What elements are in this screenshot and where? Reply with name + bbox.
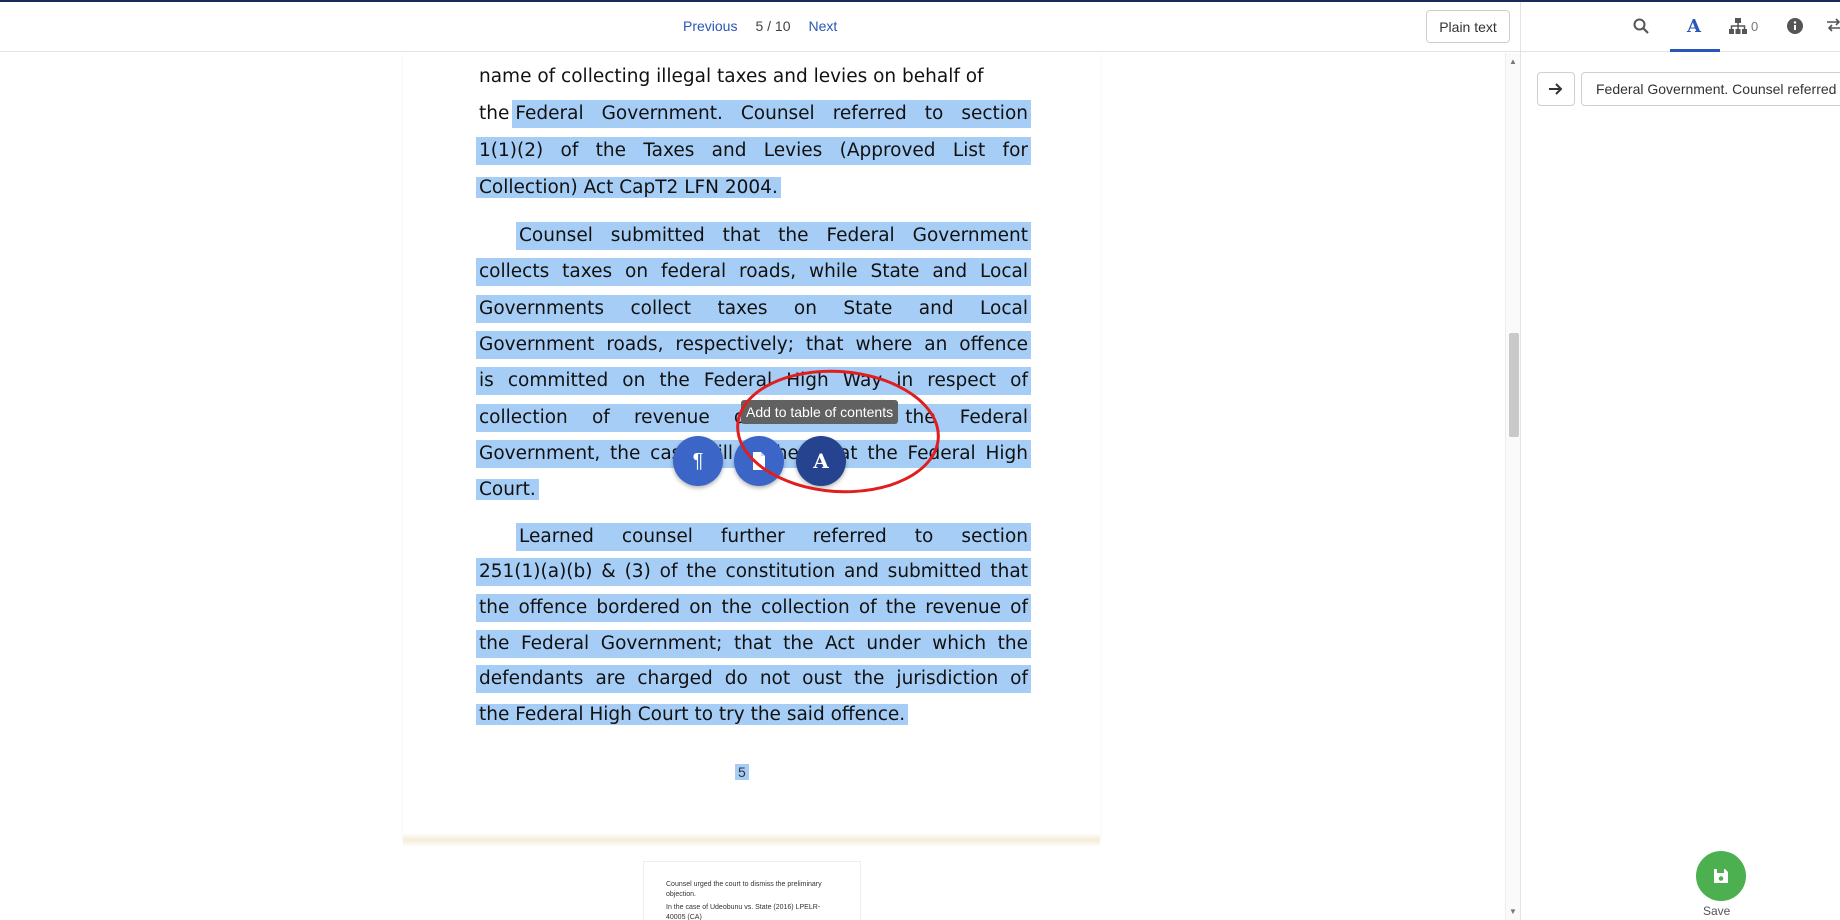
tab-swap[interactable] [1827,18,1840,37]
search-icon [1633,18,1649,34]
text-line: Government roads, respectively; that whe… [476,331,1031,359]
text-line: Learned counsel further referred to sect… [516,523,1031,551]
selected-text: Governments collect taxes on State and L… [476,295,1031,323]
floppy-disk-icon [1714,869,1728,883]
structure-count: 0 [1751,18,1759,34]
text-line: the Federal Government. Counsel referred … [476,100,1031,128]
save-button[interactable] [1696,851,1746,901]
active-tab-indicator [1670,49,1720,52]
next-page-link[interactable]: Next [809,18,838,34]
hierarchy-icon [1729,18,1747,34]
text-line: the offence bordered on the collection o… [476,594,1031,622]
panel-tabs: A 0 [1521,2,1840,52]
document-viewer: name of collecting illegal taxes and lev… [0,53,1505,920]
page-edge [403,833,1100,847]
tab-structure[interactable]: 0 [1729,18,1758,34]
mark-paragraph-button[interactable]: ¶ [673,436,723,486]
text-line: Collection) Act CapT2 LFN 2004. [476,174,1031,202]
text-line: defendants are charged do not oust the j… [476,665,1031,693]
pagination: Previous 5 / 10 Next [683,18,837,34]
selected-text: Learned counsel further referred to sect… [516,523,1031,551]
selected-text: the Federal Government; that the Act und… [476,630,1031,658]
text-line: 1(1)(2) of the Taxes and Levies (Approve… [476,137,1031,165]
toc-entry-input[interactable] [1581,72,1840,106]
selected-text: 1(1)(2) of the Taxes and Levies (Approve… [476,137,1031,165]
preview-line: In the case of Udeobunu vs. State (2016)… [666,904,821,920]
viewer-header: Previous 5 / 10 Next Plain text [0,2,1520,52]
selected-text: is committed on the Federal High Way in … [476,367,1031,395]
text-line: 251(1)(a)(b) & (3) of the constitution a… [476,558,1031,586]
selected-text: defendants are charged do not oust the j… [476,665,1031,693]
next-page-preview: Counsel urged the court to dismiss the p… [643,861,861,920]
tab-table-of-contents[interactable]: A [1687,16,1701,37]
line-text: name of collecting illegal taxes and lev… [479,66,984,87]
line-text: the [479,103,510,124]
plain-text-button[interactable]: Plain text [1426,10,1510,43]
text-line: collects taxes on federal roads, while S… [476,258,1031,286]
go-to-button[interactable] [1537,72,1575,106]
selected-text: 251(1)(a)(b) & (3) of the constitution a… [476,558,1031,586]
scrollbar-thumb[interactable] [1509,333,1519,437]
swap-icon [1827,18,1840,32]
text-line: is committed on the Federal High Way in … [476,367,1031,395]
selected-text: Collection) Act CapT2 LFN 2004. [476,177,781,198]
selected-text: Government roads, respectively; that whe… [476,331,1031,359]
previous-page-link[interactable]: Previous [683,18,737,34]
text-line: Counsel submitted that the Federal Gover… [516,222,1031,250]
tab-info[interactable] [1787,18,1803,39]
selected-text: Counsel submitted that the Federal Gover… [516,222,1031,250]
tab-search[interactable] [1633,18,1649,39]
page-indicator: 5 / 10 [755,18,791,34]
text-line: name of collecting illegal taxes and lev… [476,63,1031,91]
page-number: 5 [735,764,749,780]
selected-text: Court. [476,479,539,500]
selected-text: the offence bordered on the collection o… [476,594,1031,622]
info-icon [1787,18,1803,34]
text-line: the Federal High Court to try the said o… [476,701,1031,729]
scroll-down-icon[interactable]: ▼ [1509,907,1517,916]
paragraph-icon: ¶ [692,449,704,472]
selected-text: collects taxes on federal roads, while S… [476,258,1031,286]
text-line: Governments collect taxes on State and L… [476,295,1031,323]
selected-text: the Federal High Court to try the said o… [476,704,909,725]
text-line: the Federal Government; that the Act und… [476,630,1031,658]
side-panel: A 0 Save [1520,2,1840,920]
heading-icon: A [1687,16,1701,37]
preview-line: Counsel urged the court to dismiss the p… [666,881,822,898]
scroll-up-icon[interactable]: ▲ [1509,57,1517,66]
arrow-right-icon [1549,83,1563,95]
viewer-scrollbar[interactable]: ▲ ▼ [1505,53,1520,920]
selected-text: Federal Government. Counsel referred to … [512,100,1031,128]
save-label: Save [1703,904,1731,918]
